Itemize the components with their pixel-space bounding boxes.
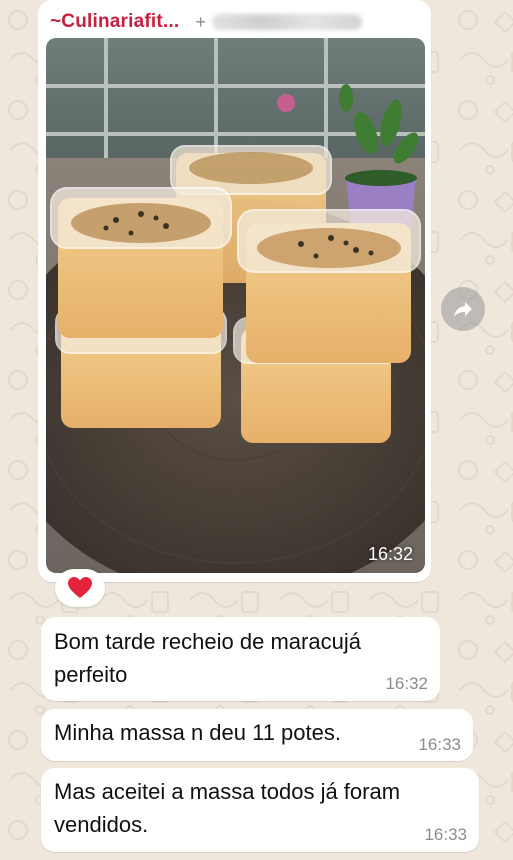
message-text-line: Bom tarde recheio de maracujá — [54, 629, 361, 654]
message-text-line: Minha massa n deu 11 potes. — [54, 720, 341, 745]
food-photo — [46, 38, 425, 573]
heart-icon — [68, 577, 92, 598]
message-timestamp: 16:33 — [424, 825, 467, 844]
message-bubble-2[interactable]: Minha massa n deu 11 potes. 16:33 — [41, 709, 473, 761]
message-text-line: vendidos. — [54, 812, 149, 837]
message-bubble-1[interactable]: Bom tarde recheio de maracujá perfeito 1… — [41, 617, 440, 701]
image-attachment[interactable]: 16:32 — [46, 38, 425, 573]
message-timestamp: 16:32 — [385, 674, 428, 693]
message-text-line: Mas aceitei a massa todos já foram — [54, 779, 401, 804]
reaction-badge[interactable] — [55, 569, 105, 607]
sender-phone-prefix: + — [195, 11, 206, 32]
message-timestamp: 16:33 — [418, 735, 461, 754]
forward-button[interactable] — [441, 287, 485, 331]
forward-arrow-icon — [454, 302, 472, 317]
sender-name[interactable]: ~Culinariafit... — [50, 11, 179, 33]
message-bubble-3[interactable]: Mas aceitei a massa todos já foram vendi… — [41, 768, 479, 852]
message-text-line: perfeito — [54, 662, 128, 687]
sender-phone-redacted — [211, 14, 362, 30]
image-timestamp: 16:32 — [367, 544, 413, 564]
sender-row: ~Culinariafit... + — [50, 10, 421, 34]
